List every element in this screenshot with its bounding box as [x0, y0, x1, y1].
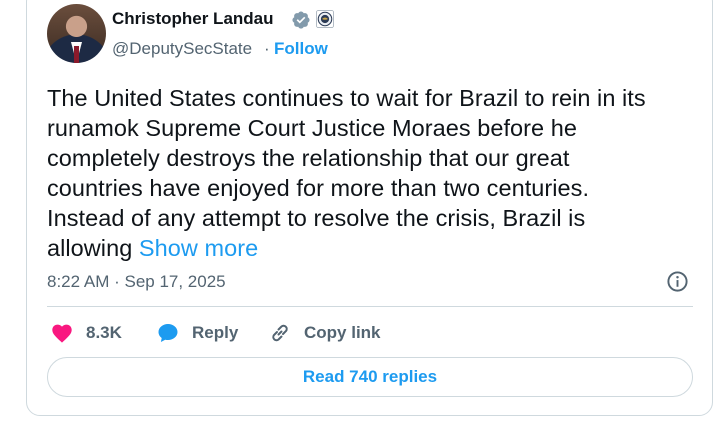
author-name[interactable]: Christopher Landau	[112, 9, 274, 29]
reply-button[interactable]: Reply	[156, 320, 238, 346]
avatar-tie	[74, 46, 79, 63]
copy-link-label: Copy link	[304, 323, 381, 342]
tweet-line: runamok Supreme Court Justice Moraes bef…	[47, 115, 577, 141]
state-department-seal-icon[interactable]	[316, 10, 334, 28]
separator-dot: ·	[264, 39, 270, 58]
tweet-line-last: allowing Show more	[47, 233, 697, 263]
tweet-line: Instead of any attempt to resolve the cr…	[47, 205, 586, 231]
link-icon	[272, 324, 288, 342]
read-replies-button[interactable]: Read 740 replies	[47, 357, 693, 397]
tweet-timestamp[interactable]: 8:22 AM · Sep 17, 2025	[47, 272, 226, 292]
tweet-line: countries have enjoyed for more than two…	[47, 175, 590, 201]
like-button[interactable]: 8.3K	[50, 320, 122, 346]
verified-gray-icon[interactable]	[291, 10, 311, 30]
reply-label: Reply	[192, 323, 239, 342]
info-icon[interactable]	[666, 270, 689, 293]
show-more-link[interactable]: Show more	[139, 235, 258, 261]
divider	[47, 306, 693, 307]
author-handle[interactable]: @DeputySecState	[112, 39, 252, 59]
follow-button[interactable]: Follow	[274, 39, 328, 59]
tweet-line: completely destroys the relationship tha…	[47, 145, 570, 171]
copy-link-button[interactable]: Copy link	[268, 320, 381, 346]
tweet-line: The United States continues to wait for …	[47, 85, 646, 111]
tweet-text: The United States continues to wait for …	[47, 83, 697, 263]
tweet-line: allowing	[47, 235, 133, 261]
heart-icon	[52, 324, 72, 343]
avatar[interactable]	[47, 4, 106, 63]
speech-bubble-icon	[158, 324, 178, 342]
like-count: 8.3K	[86, 323, 122, 342]
